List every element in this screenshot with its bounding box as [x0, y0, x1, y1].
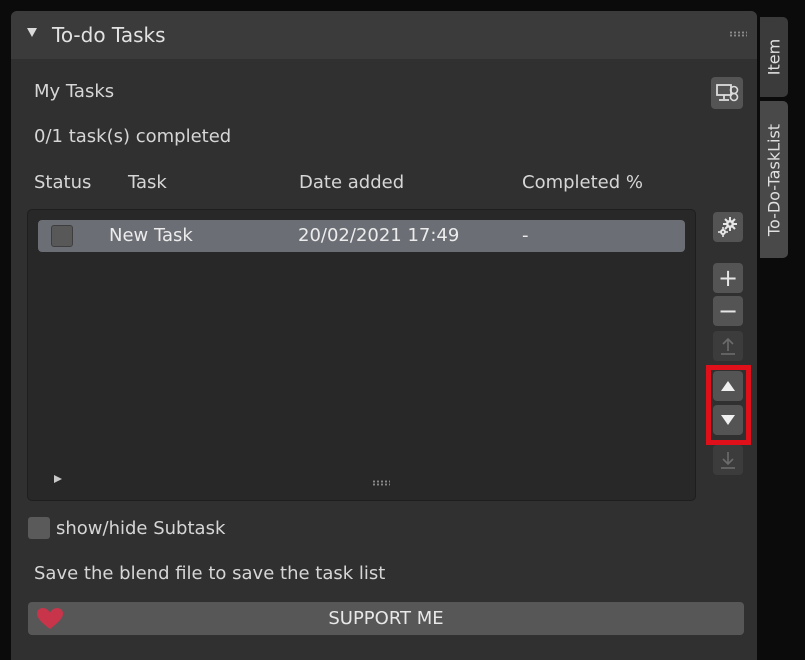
- add-task-button[interactable]: +: [713, 263, 743, 293]
- panel-title: To-do Tasks: [52, 23, 166, 47]
- task-row[interactable]: New Task 20/02/2021 17:49 -: [38, 220, 685, 252]
- tab-item-label: Item: [764, 38, 784, 76]
- move-up-button[interactable]: [713, 371, 743, 401]
- subtask-toggle-checkbox[interactable]: [28, 517, 50, 539]
- column-header-date-added: Date added: [299, 172, 405, 193]
- column-header-status: Status: [34, 172, 92, 193]
- column-header-task: Task: [128, 172, 167, 193]
- progress-text: 0/1 task(s) completed: [34, 126, 232, 147]
- task-completed-percent: -: [522, 225, 529, 246]
- triangle-down-icon: [721, 415, 735, 425]
- task-status-checkbox[interactable]: [51, 225, 73, 247]
- task-name: New Task: [109, 225, 193, 246]
- subtask-toggle-label: show/hide Subtask: [56, 518, 226, 539]
- triangle-up-icon: [721, 381, 735, 391]
- collapse-arrow-icon[interactable]: [27, 28, 37, 37]
- move-down-button[interactable]: [713, 405, 743, 435]
- arrow-to-top-icon: [721, 337, 735, 355]
- support-me-button[interactable]: SUPPORT ME: [28, 602, 744, 635]
- tab-todo-tasklist[interactable]: To-Do-TaskList: [760, 101, 788, 258]
- column-header-completed: Completed %: [522, 172, 643, 193]
- task-date-added: 20/02/2021 17:49: [298, 225, 460, 246]
- settings-button[interactable]: [713, 212, 743, 242]
- blender-sidebar: To-do Tasks My Tasks 0/1 task(s) complet…: [0, 0, 805, 660]
- list-resize-grip-icon[interactable]: [372, 480, 390, 486]
- save-hint: Save the blend file to save the task lis…: [34, 563, 386, 584]
- gears-icon: [718, 217, 737, 237]
- panel-header[interactable]: To-do Tasks: [11, 11, 757, 59]
- tab-todo-tasklist-label: To-Do-TaskList: [764, 123, 784, 236]
- task-list[interactable]: New Task 20/02/2021 17:49 -: [27, 209, 696, 501]
- move-to-bottom-button[interactable]: [713, 445, 743, 475]
- remove-task-button[interactable]: −: [713, 296, 743, 326]
- tab-item[interactable]: Item: [760, 17, 788, 97]
- move-to-top-button[interactable]: [713, 331, 743, 361]
- arrow-to-bottom-icon: [721, 452, 735, 469]
- drag-grip-icon[interactable]: [729, 31, 747, 37]
- list-name: My Tasks: [34, 81, 115, 102]
- export-button[interactable]: [711, 77, 743, 109]
- todo-tasks-panel: To-do Tasks My Tasks 0/1 task(s) complet…: [11, 11, 757, 660]
- list-options-expand-icon[interactable]: [54, 475, 62, 483]
- support-me-label: SUPPORT ME: [328, 608, 444, 629]
- monitor-link-icon: [716, 84, 739, 102]
